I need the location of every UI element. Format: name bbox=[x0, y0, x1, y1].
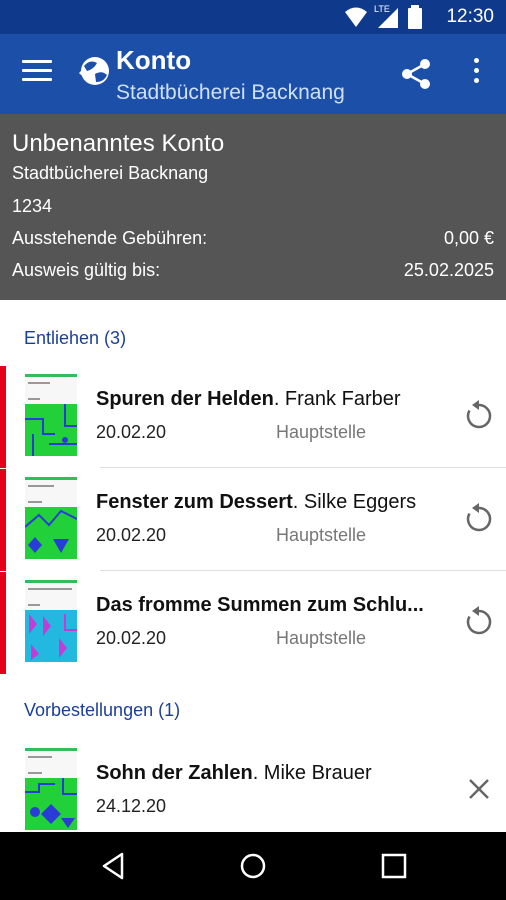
renew-icon[interactable] bbox=[462, 398, 496, 432]
branch: Hauptstelle bbox=[276, 525, 367, 545]
divider bbox=[100, 467, 506, 468]
list-item[interactable]: Sohn der Zahlen. Mike Brauer 24.12.20 bbox=[0, 740, 506, 842]
reservation-date: 24.12.20 bbox=[96, 796, 167, 816]
wifi-icon bbox=[345, 7, 367, 27]
library-logo-icon bbox=[79, 57, 109, 85]
recents-icon[interactable] bbox=[378, 850, 410, 882]
overdue-marker bbox=[0, 572, 6, 674]
account-library: Stadtbücherei Backnang bbox=[12, 163, 209, 183]
list-item[interactable]: Das fromme Summen zum Schlu... 20.02.20 … bbox=[0, 572, 506, 674]
book-cover bbox=[25, 374, 77, 456]
divider bbox=[100, 570, 506, 571]
back-icon[interactable] bbox=[98, 850, 130, 882]
due-date: 20.02.20 bbox=[96, 525, 167, 545]
due-date: 20.02.20 bbox=[96, 422, 167, 442]
book-cover bbox=[25, 580, 77, 662]
clock: 12:30 bbox=[446, 6, 494, 27]
section-header-lent: Entliehen (3) bbox=[24, 328, 127, 348]
menu-button[interactable] bbox=[22, 60, 52, 88]
book-title: Fenster zum Dessert. Silke Eggers bbox=[96, 491, 417, 513]
close-icon[interactable] bbox=[462, 772, 496, 806]
branch: Hauptstelle bbox=[276, 628, 367, 648]
menu-icon bbox=[22, 60, 52, 63]
fees-value: 0,00 € bbox=[443, 228, 494, 248]
network-label: LTE bbox=[374, 4, 390, 14]
book-cover bbox=[25, 477, 77, 559]
overdue-marker bbox=[0, 469, 6, 571]
list-item[interactable]: Fenster zum Dessert. Silke Eggers 20.02.… bbox=[0, 469, 506, 571]
status-icons: LTE bbox=[344, 4, 422, 29]
share-icon[interactable] bbox=[398, 56, 434, 92]
account-number: 1234 bbox=[12, 196, 53, 216]
fees-label: Ausstehende Gebühren: bbox=[12, 228, 208, 248]
book-title: Spuren der Helden. Frank Farber bbox=[96, 388, 401, 410]
account-name: Unbenanntes Konto bbox=[12, 130, 225, 157]
fees-row: Ausstehende Gebühren: 0,00 € bbox=[12, 228, 494, 249]
renew-icon[interactable] bbox=[462, 604, 496, 638]
list-item[interactable]: Spuren der Helden. Frank Farber 20.02.20… bbox=[0, 366, 506, 468]
system-nav-bar bbox=[0, 832, 506, 900]
overdue-marker bbox=[0, 366, 6, 468]
page-subtitle: Stadtbücherei Backnang bbox=[116, 81, 345, 104]
due-date: 20.02.20 bbox=[96, 628, 167, 648]
page-title: Konto bbox=[116, 45, 192, 75]
renew-icon[interactable] bbox=[462, 501, 496, 535]
card-valid-value: 25.02.2025 bbox=[403, 260, 494, 280]
account-summary: Unbenanntes Konto Stadtbücherei Backnang… bbox=[0, 114, 506, 300]
status-bar: LTE 12:30 bbox=[0, 0, 506, 34]
book-title: Das fromme Summen zum Schlu... bbox=[96, 594, 424, 616]
home-icon[interactable] bbox=[237, 850, 269, 882]
battery-icon bbox=[408, 5, 422, 29]
card-valid-row: Ausweis gültig bis: 25.02.2025 bbox=[12, 260, 494, 281]
branch: Hauptstelle bbox=[276, 422, 367, 442]
section-header-reservations: Vorbestellungen (1) bbox=[24, 700, 181, 720]
book-title: Sohn der Zahlen. Mike Brauer bbox=[96, 762, 372, 784]
book-cover bbox=[25, 748, 77, 830]
card-valid-label: Ausweis gültig bis: bbox=[12, 260, 161, 280]
app-bar: Konto Stadtbücherei Backnang bbox=[0, 34, 506, 114]
more-vert-icon[interactable] bbox=[464, 58, 488, 92]
